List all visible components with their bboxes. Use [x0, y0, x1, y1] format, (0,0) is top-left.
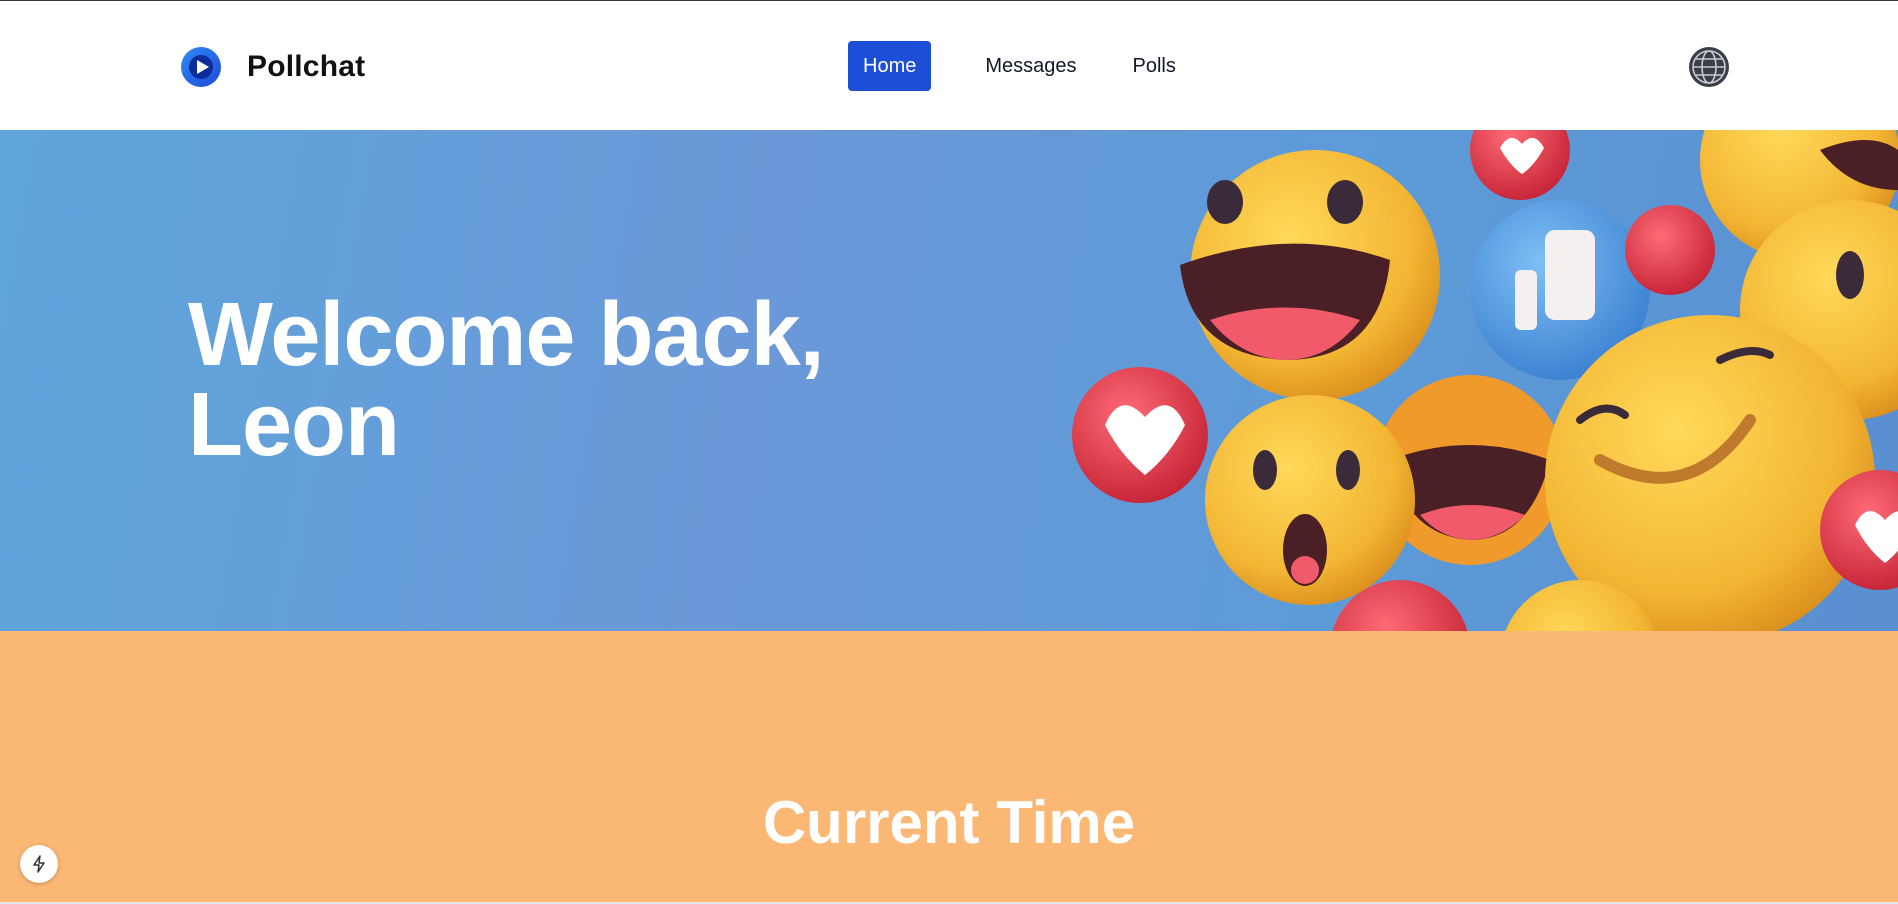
dev-tools-badge[interactable] [20, 845, 58, 883]
brand[interactable]: Pollchat [181, 45, 365, 89]
main-nav: Home Messages Polls [848, 41, 1218, 91]
user-name: Leon [188, 375, 400, 475]
lightning-icon [33, 855, 45, 873]
site-header: Pollchat Home Messages Polls [0, 1, 1898, 130]
brand-name: Pollchat [247, 50, 366, 83]
current-time-heading: Current Time [762, 789, 1136, 856]
welcome-heading: Welcome back, Leon [188, 290, 825, 470]
nav-messages[interactable]: Messages [971, 41, 1090, 91]
nav-polls[interactable]: Polls [1119, 41, 1190, 91]
current-time-section: Current Time [0, 631, 1898, 902]
nav-home[interactable]: Home [848, 41, 932, 91]
hero-banner: Welcome back, Leon [0, 130, 1898, 631]
globe-icon[interactable] [1688, 46, 1730, 88]
play-logo-icon [181, 47, 221, 87]
emoji-reactions-illustration [1072, 130, 1898, 631]
welcome-line: Welcome back, [188, 285, 825, 385]
